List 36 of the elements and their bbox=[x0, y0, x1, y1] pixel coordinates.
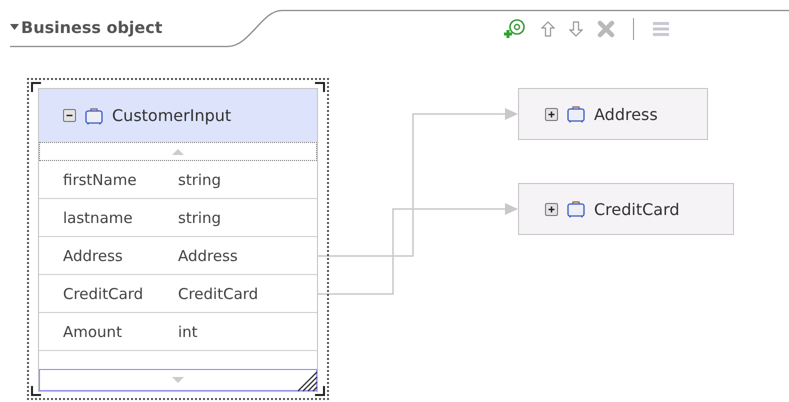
field-type: int bbox=[178, 322, 198, 340]
collapse-icon[interactable] bbox=[63, 109, 76, 122]
briefcase-icon bbox=[566, 199, 586, 219]
field-row[interactable]: lastname string bbox=[39, 199, 317, 237]
add-attribute-icon[interactable] bbox=[503, 18, 527, 40]
node-title: Address bbox=[594, 104, 658, 124]
briefcase-icon bbox=[566, 104, 586, 124]
collapse-triangle-icon[interactable] bbox=[10, 24, 19, 31]
field-name: firstName bbox=[63, 170, 138, 188]
field-row[interactable]: firstName string bbox=[39, 161, 317, 199]
field-name: CreditCard bbox=[63, 284, 144, 302]
down-arrow-icon[interactable] bbox=[569, 21, 583, 37]
section-title: Business object bbox=[21, 18, 162, 37]
node-title: CustomerInput bbox=[112, 106, 232, 125]
up-triangle-icon bbox=[172, 148, 184, 154]
field-type: CreditCard bbox=[178, 284, 258, 302]
business-object-node[interactable]: Address bbox=[518, 88, 708, 140]
field-name: Address bbox=[63, 246, 124, 264]
down-triangle-icon bbox=[172, 377, 184, 383]
field-name: lastname bbox=[63, 208, 134, 226]
field-row[interactable]: CreditCard CreditCard bbox=[39, 275, 317, 313]
expand-icon[interactable] bbox=[545, 108, 558, 120]
field-row[interactable]: Address Address bbox=[39, 237, 317, 275]
up-arrow-icon[interactable] bbox=[541, 21, 555, 37]
business-object-node[interactable]: CustomerInput firstName string lastname string Address Address CreditCard CreditCard Amount int bbox=[38, 88, 318, 392]
field-name: Amount bbox=[63, 322, 123, 340]
field-type: string bbox=[178, 170, 222, 188]
field-type: string bbox=[178, 208, 222, 226]
node-title: CreditCard bbox=[594, 200, 680, 218]
field-type: Address bbox=[178, 246, 238, 264]
scroll-up-button[interactable] bbox=[39, 142, 317, 161]
expand-icon[interactable] bbox=[545, 202, 558, 216]
field-row[interactable]: Amount int bbox=[39, 313, 317, 351]
business-object-node[interactable]: CreditCard bbox=[518, 183, 734, 235]
resize-grip-icon[interactable] bbox=[296, 370, 318, 392]
briefcase-icon bbox=[84, 106, 104, 126]
